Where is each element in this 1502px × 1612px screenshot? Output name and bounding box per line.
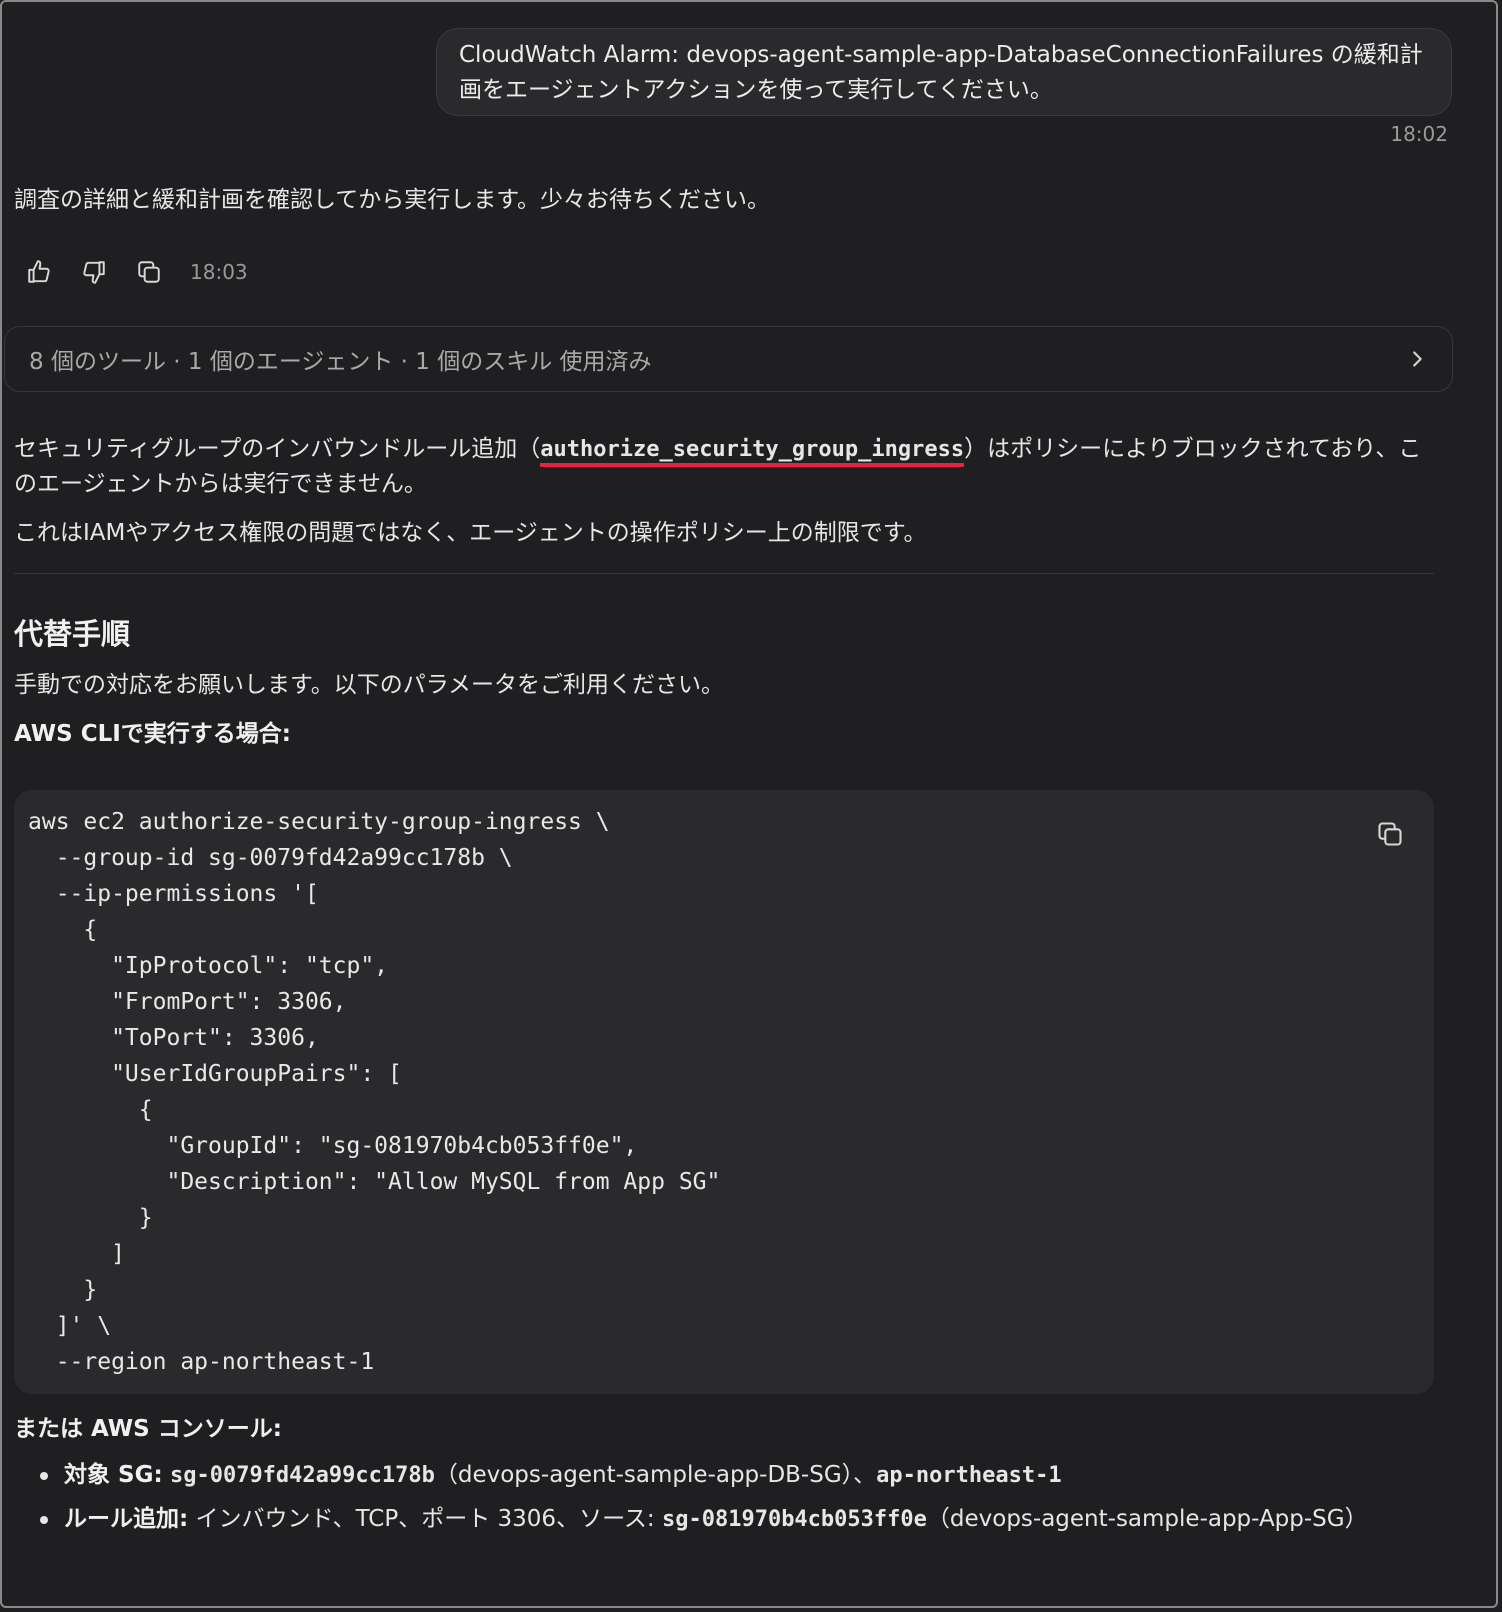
section-divider xyxy=(14,573,1434,574)
code-content: aws ec2 authorize-security-group-ingress… xyxy=(28,804,1434,1380)
agent-response-body: セキュリティグループのインバウンドルール追加（authorize_securit… xyxy=(14,432,1434,752)
chat-window: CloudWatch Alarm: devops-agent-sample-ap… xyxy=(0,0,1498,1608)
region-code: ap-northeast-1 xyxy=(876,1463,1062,1488)
code-line: --region ap-northeast-1 xyxy=(28,1349,375,1375)
source-sg-code: sg-081970b4cb053ff0e xyxy=(661,1507,927,1532)
list-item: ルール追加: インバウンド、TCP、ポート 3306、ソース: sg-08197… xyxy=(14,1501,1434,1538)
console-section: または AWS コンソール: 対象 SG: sg-0079fd42a99cc17… xyxy=(14,1412,1434,1545)
tools-summary-label: 8 個のツール · 1 個のエージェント · 1 個のスキル 使用済み xyxy=(29,349,652,375)
message-actions: 18:03 xyxy=(24,254,248,290)
policy-note: これはIAMやアクセス権限の問題ではなく、エージェントの操作ポリシー上の制限です… xyxy=(14,520,927,546)
api-name-code: authorize_security_group_ingress xyxy=(540,437,965,467)
tools-summary-bar[interactable]: 8 個のツール · 1 個のエージェント · 1 個のスキル 使用済み xyxy=(4,326,1453,392)
thumbs-up-button[interactable] xyxy=(24,257,54,287)
code-line: ]' \ xyxy=(28,1313,112,1339)
cli-label: AWS CLIで実行する場合: xyxy=(14,721,291,747)
code-line: } xyxy=(28,1277,98,1303)
copy-code-button[interactable] xyxy=(1374,818,1406,850)
code-line: "UserIdGroupPairs": [ xyxy=(28,1061,402,1087)
code-line: "ToPort": 3306, xyxy=(28,1025,319,1051)
item-text: インバウンド、TCP、ポート 3306、ソース: xyxy=(195,1506,662,1532)
code-line: } xyxy=(28,1205,153,1231)
agent-reply-time: 18:03 xyxy=(190,260,248,284)
code-line: --group-id sg-0079fd42a99cc178b \ xyxy=(28,845,513,871)
thumbs-up-icon xyxy=(28,260,50,283)
console-label: または AWS コンソール: xyxy=(14,1416,282,1442)
code-block: aws ec2 authorize-security-group-ingress… xyxy=(14,790,1434,1394)
copy-icon xyxy=(138,261,160,283)
code-line: aws ec2 authorize-security-group-ingress… xyxy=(28,809,610,835)
thumbs-down-button[interactable] xyxy=(79,257,109,287)
code-line: { xyxy=(28,1097,153,1123)
user-message-bubble: CloudWatch Alarm: devops-agent-sample-ap… xyxy=(436,28,1452,116)
alt-intro: 手動での対応をお願いします。以下のパラメータをご利用ください。 xyxy=(14,672,725,698)
console-list: 対象 SG: sg-0079fd42a99cc178b（devops-agent… xyxy=(14,1457,1434,1538)
policy-notice-prefix: セキュリティグループのインバウンドルール追加（ xyxy=(14,436,541,462)
chevron-right-icon xyxy=(1413,351,1422,367)
user-message-time: 18:02 xyxy=(1390,122,1448,146)
section-heading: 代替手順 xyxy=(14,617,131,651)
item-key: ルール追加: xyxy=(64,1506,189,1532)
user-message-text: CloudWatch Alarm: devops-agent-sample-ap… xyxy=(459,42,1423,103)
thumbs-down-icon xyxy=(83,261,105,284)
code-line: "IpProtocol": "tcp", xyxy=(28,953,389,979)
code-line: "FromPort": 3306, xyxy=(28,989,347,1015)
item-text: （devops-agent-sample-app-DB-SG）、 xyxy=(434,1462,877,1488)
code-line: "Description": "Allow MySQL from App SG" xyxy=(28,1169,721,1195)
code-line: --ip-permissions '[ xyxy=(28,881,319,907)
policy-notice: セキュリティグループのインバウンドルール追加（authorize_securit… xyxy=(14,432,1434,502)
item-key: 対象 SG: xyxy=(64,1462,163,1488)
code-line: ] xyxy=(28,1241,125,1267)
sg-id-code: sg-0079fd42a99cc178b xyxy=(169,1463,435,1488)
code-line: "GroupId": "sg-081970b4cb053ff0e", xyxy=(28,1133,638,1159)
list-item: 対象 SG: sg-0079fd42a99cc178b（devops-agent… xyxy=(14,1457,1434,1494)
agent-reply-text: 調査の詳細と緩和計画を確認してから実行します。少々お待ちください。 xyxy=(14,187,771,213)
code-line: { xyxy=(28,917,98,943)
copy-button[interactable] xyxy=(134,257,164,287)
copy-icon xyxy=(1378,822,1402,846)
item-tail: （devops-agent-sample-app-App-SG） xyxy=(926,1506,1368,1532)
